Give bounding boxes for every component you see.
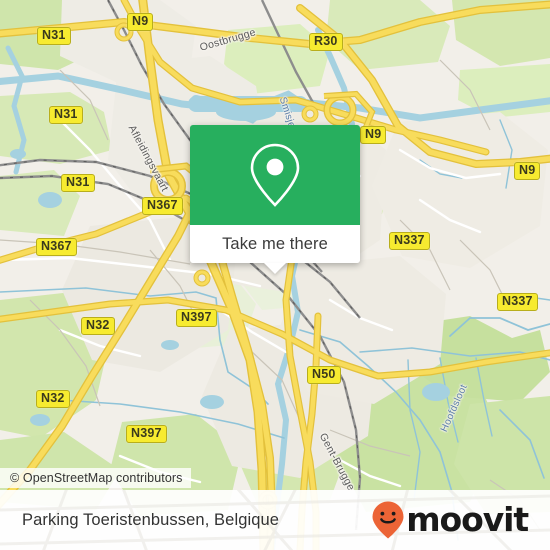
- road-shield: N50: [307, 366, 341, 384]
- moovit-logo[interactable]: moovit: [371, 500, 529, 540]
- location-title: Parking Toeristenbussen, Belgique: [22, 510, 280, 529]
- road-shield: N31: [37, 27, 71, 45]
- road-shield: N31: [61, 174, 95, 192]
- popup-pointer-tail: [264, 263, 286, 274]
- osm-attribution-label: © OpenStreetMap contributors: [10, 471, 183, 485]
- location-pin-icon: [250, 143, 300, 207]
- road-shield: N9: [360, 126, 387, 144]
- road-shield: N337: [497, 293, 538, 311]
- road-shield: N367: [36, 238, 77, 256]
- road-shield: N337: [389, 232, 430, 250]
- road-shield: N31: [49, 106, 83, 124]
- road-shield: N397: [176, 309, 217, 327]
- footer-bar: Parking Toeristenbussen, Belgique moovit: [0, 490, 550, 550]
- road-shield: N9: [514, 162, 541, 180]
- road-shield: N397: [126, 425, 167, 443]
- map-screenshot-root: Oostbrugge Afleidingsvaart Smisjesvaart …: [0, 0, 550, 550]
- road-shield: N367: [142, 197, 183, 215]
- road-shield: N9: [127, 13, 154, 31]
- road-shield: N32: [36, 390, 70, 408]
- moovit-pin-icon: [372, 501, 404, 539]
- map-popup-card[interactable]: Take me there: [190, 125, 360, 274]
- road-shield: N32: [81, 317, 115, 335]
- popup-cta-label: Take me there: [222, 234, 328, 253]
- popup-image-banner: [190, 125, 360, 225]
- moovit-wordmark: moovit: [406, 500, 529, 539]
- popup-cta-row[interactable]: Take me there: [190, 225, 360, 274]
- road-shield: R30: [309, 33, 343, 51]
- osm-attribution[interactable]: © OpenStreetMap contributors: [0, 468, 191, 488]
